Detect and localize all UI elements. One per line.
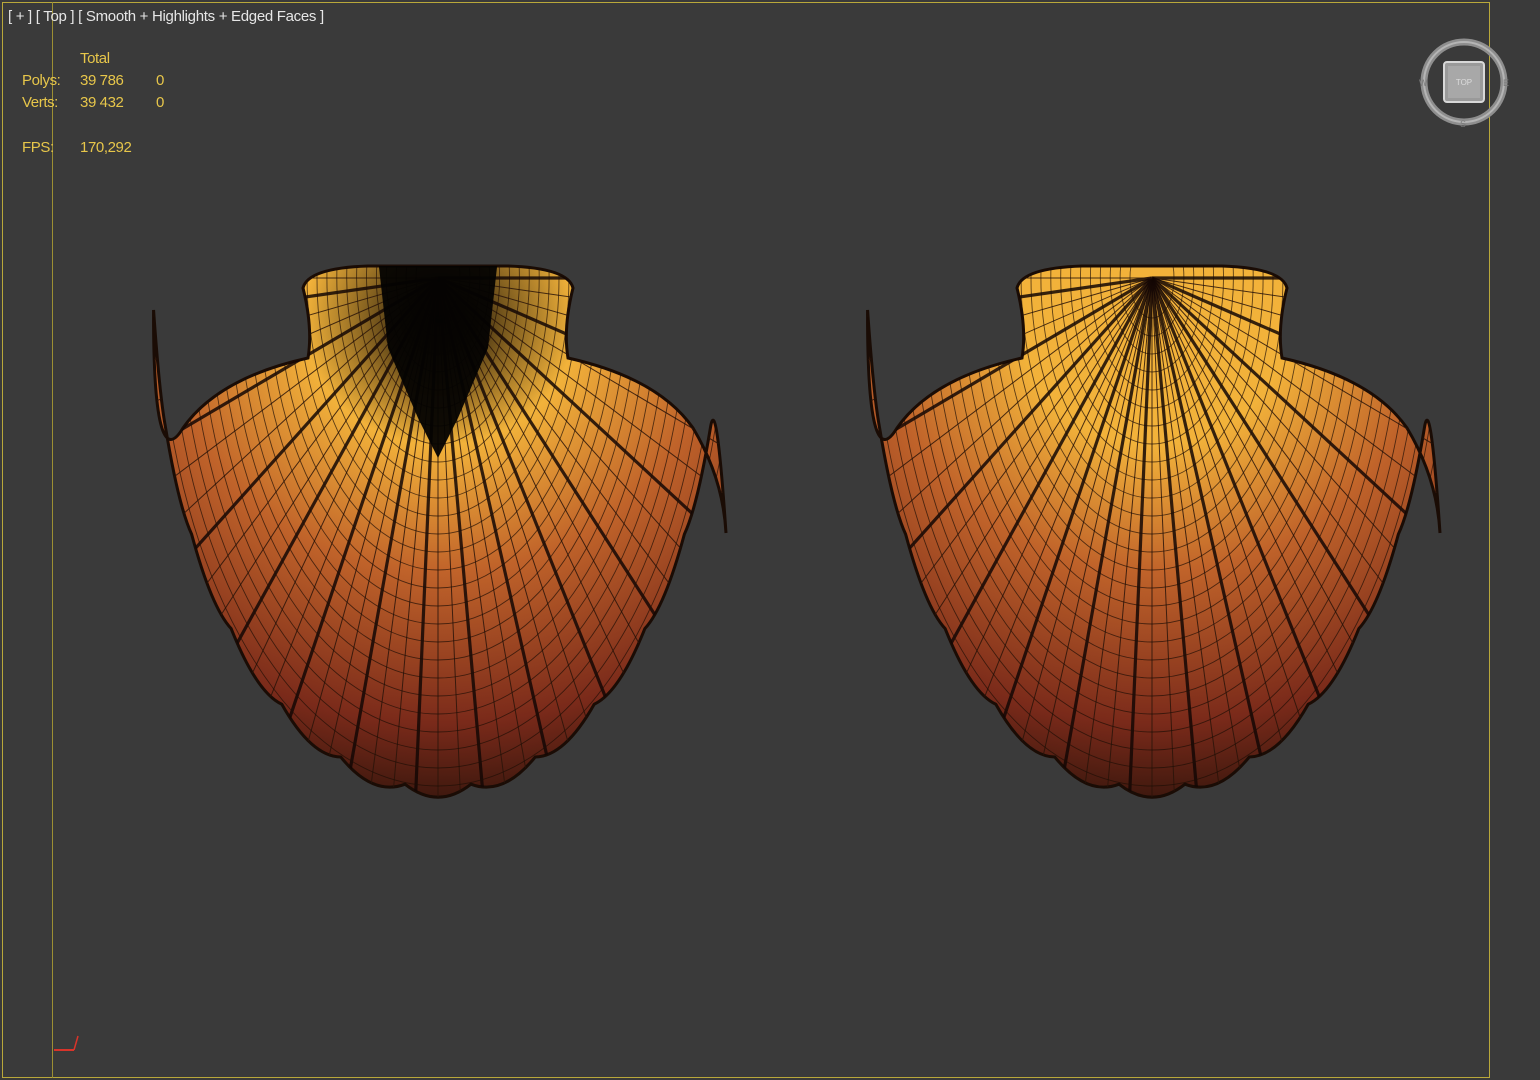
viewport-label-menu[interactable]: [ + ] [ Top ] [ Smooth + Highlights + Ed… bbox=[8, 8, 324, 25]
verts-total: 39 432 bbox=[80, 94, 124, 111]
svg-text:E: E bbox=[1503, 78, 1509, 88]
fps-label: FPS: bbox=[22, 139, 54, 156]
svg-text:W: W bbox=[1419, 78, 1428, 88]
scallop-shell-right[interactable] bbox=[852, 258, 1452, 803]
viewcube-face-label: TOP bbox=[1456, 78, 1472, 87]
verts-selected: 0 bbox=[156, 94, 164, 111]
stats-header: Total bbox=[80, 50, 110, 67]
svg-text:S: S bbox=[1460, 119, 1466, 128]
polys-label: Polys: bbox=[22, 72, 61, 89]
polys-selected: 0 bbox=[156, 72, 164, 89]
axis-tripod-icon bbox=[52, 1030, 92, 1060]
viewport-top[interactable]: [ + ] [ Top ] [ Smooth + Highlights + Ed… bbox=[0, 0, 1540, 1080]
scallop-shell-left[interactable] bbox=[138, 258, 738, 803]
fps-value: 170,292 bbox=[80, 139, 132, 156]
viewport-grid-line bbox=[52, 2, 53, 1078]
polys-total: 39 786 bbox=[80, 72, 124, 89]
viewcube[interactable]: TOP W E S bbox=[1418, 36, 1510, 128]
verts-label: Verts: bbox=[22, 94, 58, 111]
